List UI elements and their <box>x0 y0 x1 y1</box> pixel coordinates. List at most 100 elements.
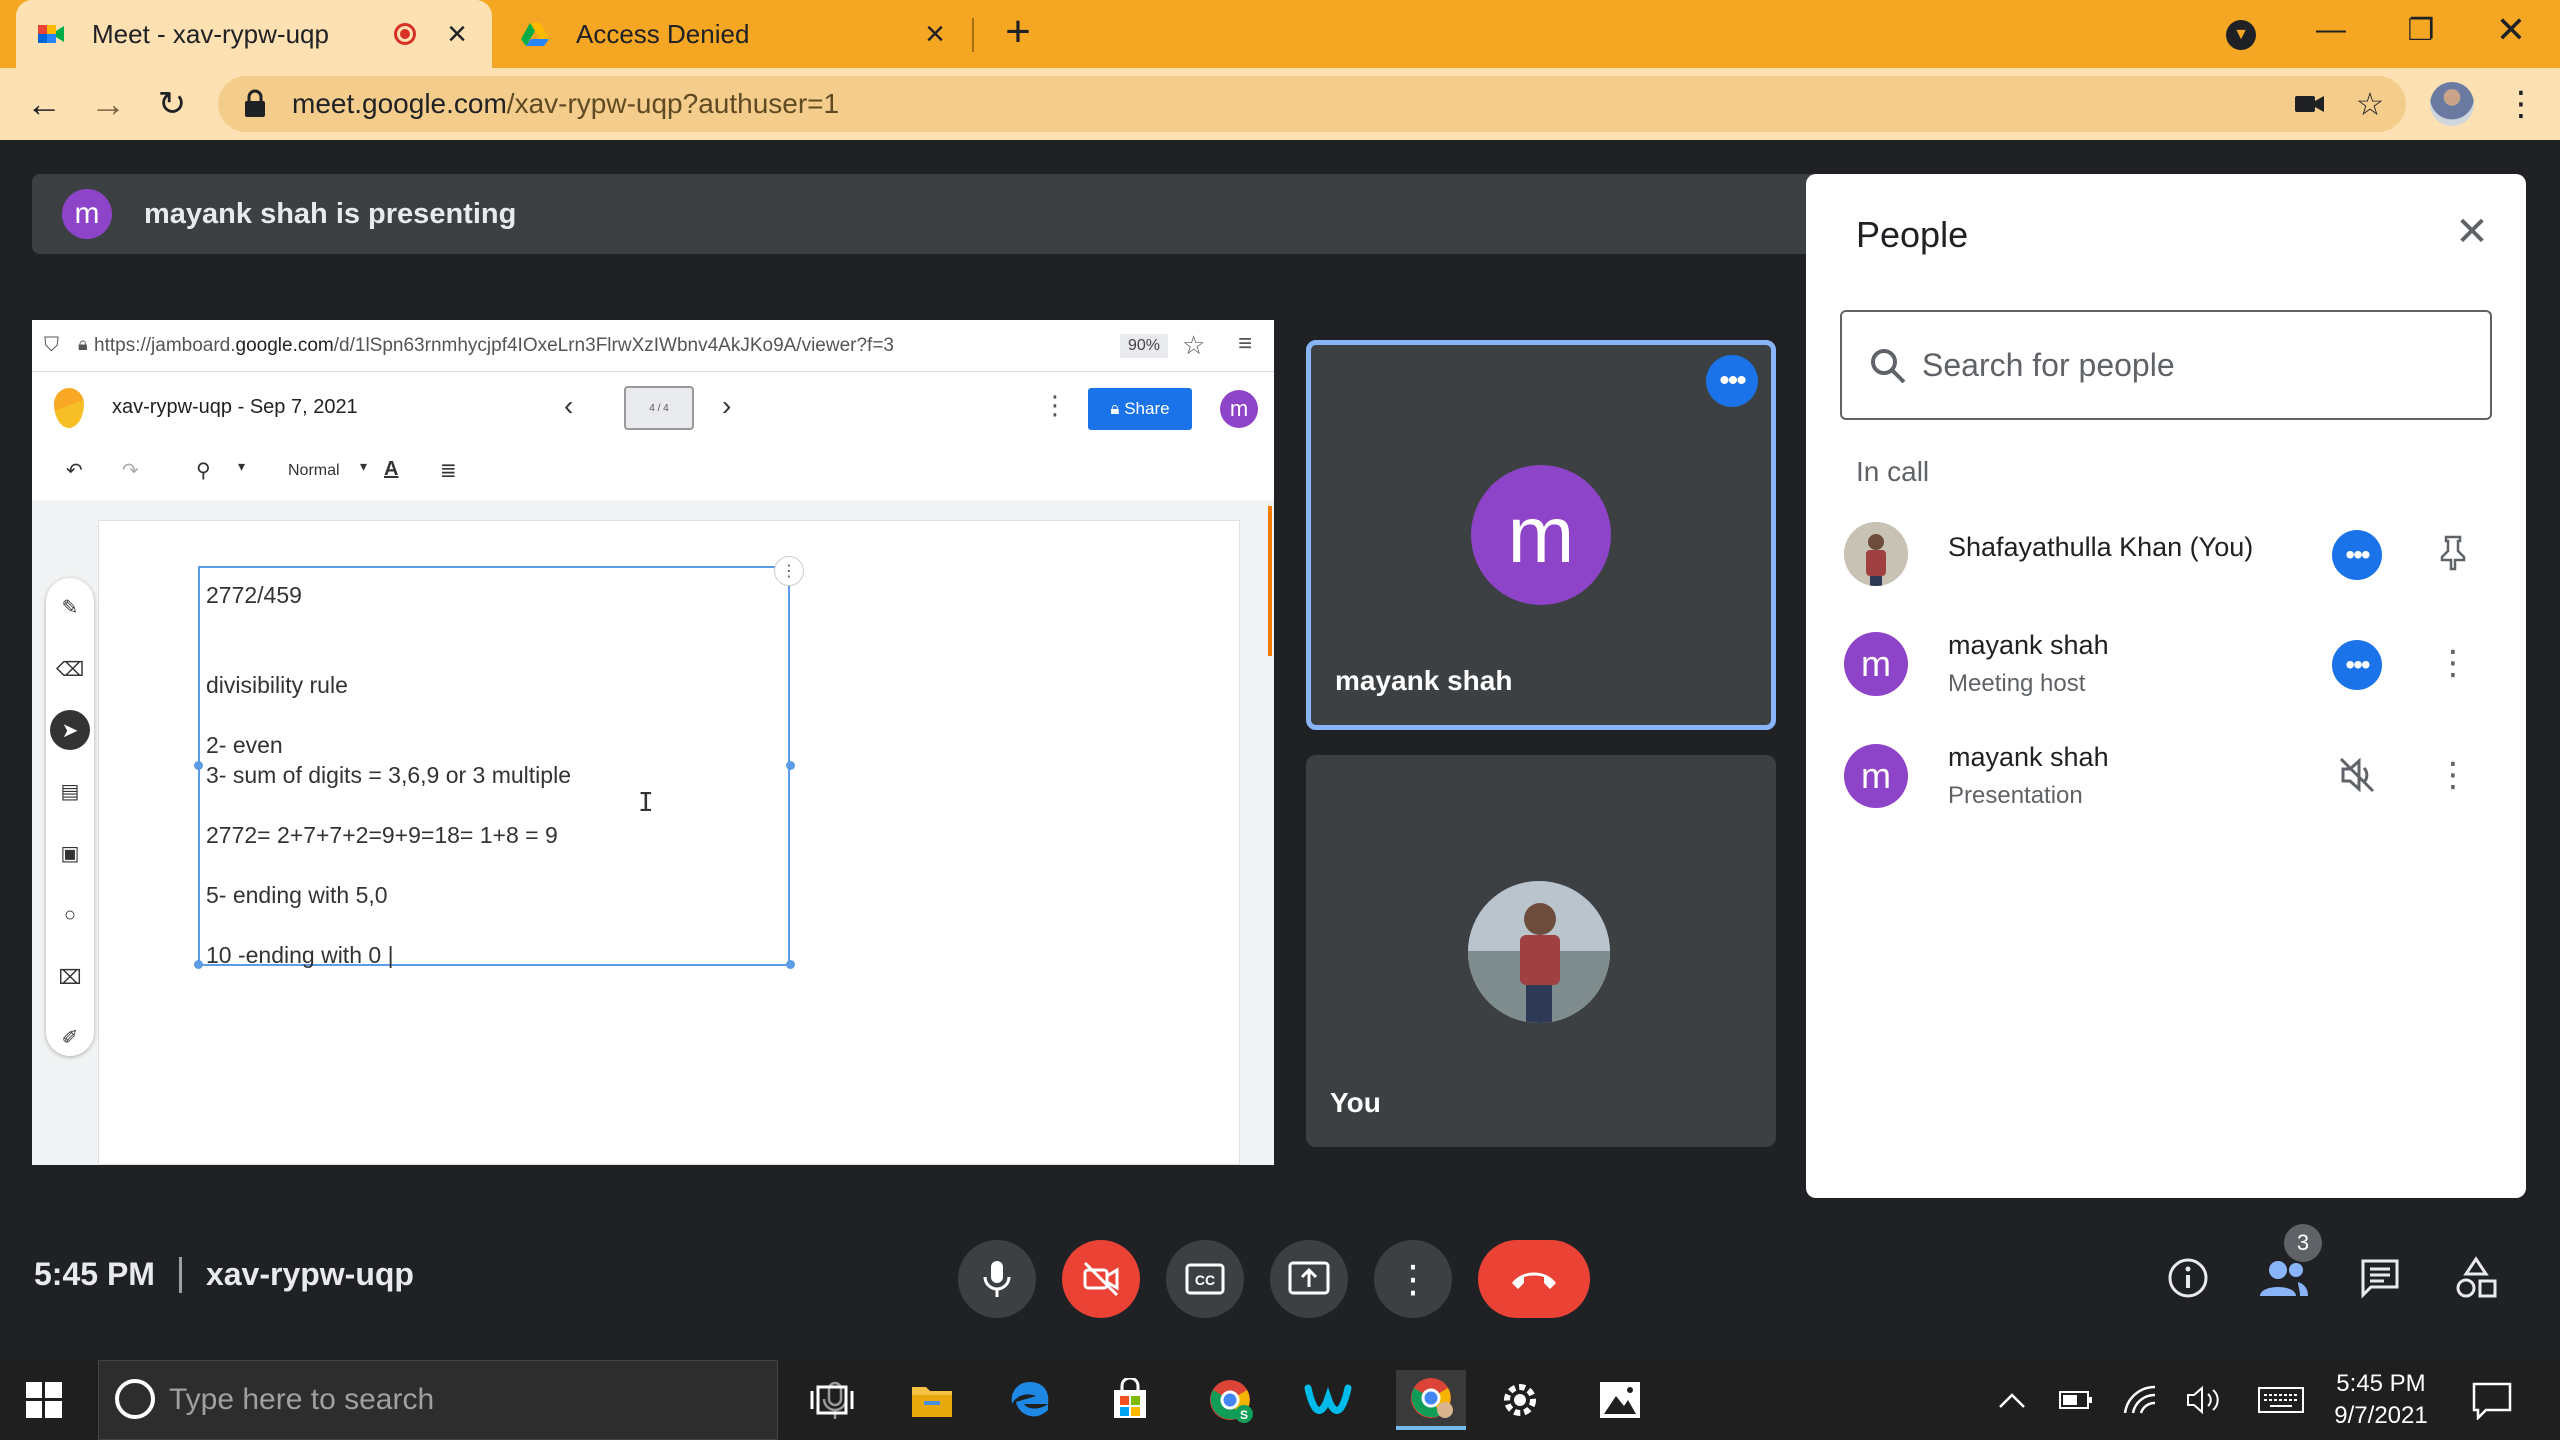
volume-muted-icon[interactable] <box>2332 750 2382 800</box>
shield-icon: ⛉ <box>44 334 59 356</box>
note-line: 3- sum of digits = 3,6,9 or 3 multiple <box>206 762 571 788</box>
windows-start-icon[interactable] <box>26 1382 62 1418</box>
clock-time: 5:45 PM <box>2336 1370 2426 1397</box>
photos-icon[interactable] <box>1590 1370 1650 1430</box>
keyboard-icon[interactable] <box>2256 1380 2306 1420</box>
present-button[interactable] <box>1270 1240 1348 1318</box>
microphone-icon <box>983 1261 1011 1297</box>
bookmark-star-icon[interactable]: ☆ <box>2350 84 2390 124</box>
participant-tile-speaker[interactable]: m mayank shah <box>1306 340 1776 730</box>
edge-icon[interactable] <box>1000 1370 1060 1430</box>
tab-divider <box>972 18 974 52</box>
doc-title: xav-rypw-uqp - Sep 7, 2021 <box>112 396 358 418</box>
people-icon <box>2260 1261 2308 1296</box>
presenting-banner: m mayank shah is presenting <box>32 174 2032 254</box>
taskbar-search-input[interactable]: Type here to search <box>98 1360 848 1440</box>
participant-row[interactable]: m mayank shah Presentation ⋮ <box>1844 736 2484 816</box>
tile-name: You <box>1330 1087 1381 1118</box>
people-search-input[interactable]: Search for people <box>1840 310 2492 420</box>
end-call-icon <box>1512 1272 1556 1289</box>
settings-gear-icon[interactable] <box>1490 1370 1550 1430</box>
participant-tile-self[interactable]: You <box>1306 755 1776 1147</box>
show-hidden-icons[interactable] <box>1990 1380 2034 1420</box>
laser-icon: ✐ <box>61 1026 79 1049</box>
text-box: 2772/459 divisibility rule 2- even 3- su… <box>194 556 804 969</box>
forward-button[interactable]: → <box>84 80 132 128</box>
textbox-menu-icon: ⋮ <box>774 556 804 586</box>
microphone-button[interactable] <box>958 1240 1036 1318</box>
system-clock[interactable]: 5:45 PM 9/7/2021 <box>2306 1368 2456 1432</box>
activities-button[interactable] <box>2448 1250 2504 1306</box>
reload-button[interactable]: ↻ <box>148 80 196 128</box>
chat-button[interactable] <box>2352 1250 2408 1306</box>
participant-row[interactable]: Shafayathulla Khan (You) ••• <box>1844 514 2484 594</box>
tab-title: Meet - xav-rypw-uqp <box>92 18 329 49</box>
new-tab-button[interactable]: + <box>996 10 1040 56</box>
avatar: m <box>1220 390 1258 428</box>
participant-options-button[interactable]: ••• <box>2332 530 2382 580</box>
svg-text:CC: CC <box>1195 1272 1215 1288</box>
panel-title: People <box>1856 214 1969 255</box>
tab-meet[interactable]: Meet - xav-rypw-uqp × <box>16 0 492 68</box>
textbox-icon: ⌧ <box>58 966 82 989</box>
task-view-icon[interactable] <box>802 1370 862 1430</box>
battery-icon[interactable] <box>2054 1380 2098 1420</box>
wifi-icon[interactable] <box>2118 1380 2162 1420</box>
participant-row[interactable]: m mayank shah Meeting host ••• ⋮ <box>1844 624 2484 704</box>
leave-call-button[interactable] <box>1478 1240 1590 1318</box>
tab-search-icon[interactable]: ▼ <box>2226 20 2256 50</box>
more-options-button[interactable]: ⋮ <box>1374 1240 1452 1318</box>
recording-icon <box>394 23 416 45</box>
shared-screen: ⛉ 🔒︎ https://jamboard.google.com/d/1lSpn… <box>32 320 1274 1165</box>
participant-role: Meeting host <box>1948 670 2086 697</box>
more-vert-icon[interactable]: ⋮ <box>2428 638 2478 688</box>
minimize-button[interactable]: — <box>2286 0 2376 60</box>
camera-button[interactable] <box>1062 1240 1140 1318</box>
microsoft-store-icon[interactable] <box>1100 1370 1160 1430</box>
close-tab-icon[interactable]: × <box>920 17 950 51</box>
prev-frame-icon: ‹ <box>564 390 574 421</box>
note-line: 2772/459 <box>206 582 302 608</box>
drive-favicon-icon <box>521 23 549 46</box>
section-label: In call <box>1856 456 1930 487</box>
sticky-note-icon: ▤ <box>60 780 80 803</box>
restore-button[interactable]: ❐ <box>2376 0 2466 60</box>
resize-handle <box>194 960 203 969</box>
chrome-menu-icon[interactable]: ⋮ <box>2504 82 2538 126</box>
note-line: 2772= 2+7+7+2=9+9=18= 1+8 = 9 <box>206 822 558 848</box>
activities-icon <box>2456 1256 2497 1298</box>
select-icon: ➤ <box>50 710 90 750</box>
align-icon: ≣ <box>440 460 457 482</box>
share-button: 🔒︎ Share <box>1088 388 1192 430</box>
tile-more-options-button[interactable]: ••• <box>1706 355 1758 407</box>
volume-icon[interactable] <box>2182 1380 2226 1420</box>
tab-access-denied[interactable]: Access Denied × <box>500 0 970 68</box>
close-panel-icon[interactable]: ✕ <box>2450 210 2494 254</box>
webex-icon[interactable] <box>1298 1370 1358 1430</box>
address-bar[interactable]: meet.google.com/xav-rypw-uqp?authuser=1 <box>218 76 2406 132</box>
self-video-thumbnail <box>1468 881 1610 1023</box>
participant-options-button[interactable]: ••• <box>2332 640 2382 690</box>
more-vert-icon[interactable]: ⋮ <box>2428 750 2478 800</box>
back-button[interactable]: ← <box>20 80 68 128</box>
meeting-code: xav-rypw-uqp <box>205 1256 414 1292</box>
camera-blocked-icon[interactable] <box>2290 84 2330 124</box>
file-explorer-icon[interactable] <box>902 1370 962 1430</box>
chrome-icon[interactable] <box>1396 1370 1466 1430</box>
windows-taskbar: Type here to search S 5:45 PM 9/7/2021 <box>0 1360 2560 1440</box>
notifications-icon[interactable] <box>2470 1380 2514 1420</box>
close-window-button[interactable]: ✕ <box>2466 0 2556 60</box>
image-icon: ▣ <box>60 842 80 865</box>
captions-button[interactable]: CC <box>1166 1240 1244 1318</box>
avatar <box>1844 522 1908 586</box>
meeting-details-button[interactable] <box>2160 1250 2216 1306</box>
note-line: divisibility rule <box>206 672 348 698</box>
people-panel: People ✕ Search for people In call Shafa… <box>1806 174 2526 1198</box>
undo-icon: ↶ <box>66 460 83 482</box>
note-line: 2- even <box>206 732 283 758</box>
profile-avatar[interactable] <box>2430 82 2474 126</box>
close-tab-icon[interactable]: × <box>442 17 472 51</box>
pin-icon[interactable] <box>2428 528 2478 578</box>
svg-text:S: S <box>1240 1408 1248 1422</box>
chrome-profile-icon[interactable]: S <box>1200 1370 1260 1430</box>
